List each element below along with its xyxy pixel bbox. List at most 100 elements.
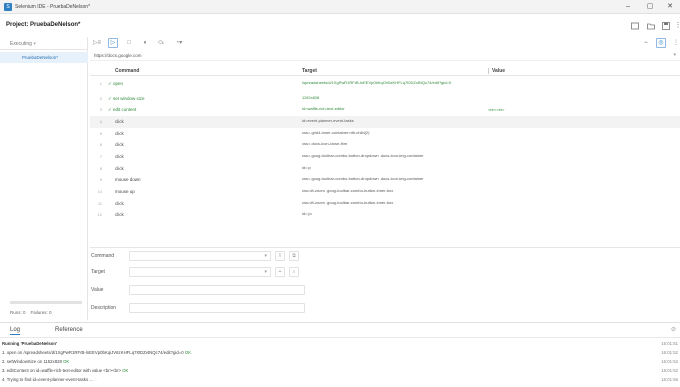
log-time: 16:01:52: [661, 359, 678, 364]
log-entry: 4. Trying to find id=event-planner-event…: [0, 375, 680, 384]
row-command: click: [115, 118, 124, 124]
column-header-target: Target: [302, 68, 317, 74]
log-entry: Running 'PruebaDeNelson' 16:01:51: [0, 339, 680, 348]
row-command: click: [115, 200, 124, 206]
chevron-down-icon[interactable]: ▾: [264, 269, 267, 275]
executing-dropdown[interactable]: Executing ▾: [10, 41, 36, 47]
row-target: id=waffle-rich-text-editor: [302, 106, 345, 112]
column-header-command: Command: [115, 68, 140, 74]
run-all-tests-icon[interactable]: ▷≡: [92, 38, 102, 48]
table-row[interactable]: 1 ✓ open /spreadsheets/d/1XgPwR1RFrB-lnE…: [90, 78, 680, 93]
log-message: 3. editContent on id=waffle-rich-text-ed…: [2, 368, 129, 373]
speed-icon[interactable]: ◔▾: [174, 38, 184, 48]
row-index: 3: [99, 107, 102, 113]
open-reference-icon[interactable]: ⧉: [289, 251, 299, 261]
select-target-icon[interactable]: ⌖: [275, 267, 285, 277]
sidebar-test-label: PruebaDeNelson*: [22, 55, 59, 60]
command-input[interactable]: ▾: [129, 251, 271, 261]
record-icon[interactable]: ◎: [656, 38, 666, 48]
log-status-ok: OK: [122, 368, 129, 373]
row-command: click: [115, 212, 124, 218]
row-index: 2: [99, 95, 102, 101]
executing-label: Executing: [10, 41, 32, 47]
row-command: ✓ set window size: [108, 95, 145, 101]
close-icon[interactable]: ✕: [662, 2, 678, 12]
table-row[interactable]: 8 click id=:p: [90, 163, 680, 175]
failures-count: Failures: 0: [30, 310, 52, 315]
row-command: ✓ edit content: [108, 107, 137, 113]
run-current-test-icon[interactable]: ▷: [108, 38, 118, 48]
clear-log-icon[interactable]: ⊘: [671, 326, 676, 333]
log-time: 16:01:52: [661, 350, 678, 355]
window-title: Selenium IDE - PruebaDeNelson*: [15, 4, 91, 10]
sidebar-test-item[interactable]: PruebaDeNelson*: [0, 52, 88, 63]
table-row-selected[interactable]: 4 click id=event-planner-event-tasks: [90, 115, 680, 128]
project-title[interactable]: Project: PruebaDeNelson*: [6, 22, 80, 28]
step-over-icon[interactable]: ⤼: [156, 38, 166, 48]
row-target: 1152x828: [302, 94, 320, 100]
row-index: 12: [97, 212, 102, 218]
column-header-value: Value: [492, 68, 506, 74]
tab-reference[interactable]: Reference: [55, 327, 83, 333]
log-entry: 3. editContent on id=waffle-rich-text-ed…: [0, 366, 680, 375]
description-input[interactable]: [129, 303, 305, 313]
row-command: click: [115, 153, 124, 159]
base-url-input[interactable]: https://docs.google.com: [94, 53, 142, 58]
table-row[interactable]: 9 mouse down css=.goog-toolbar-combo-but…: [90, 174, 680, 186]
divider: [0, 337, 680, 338]
row-command: mouse up: [115, 189, 135, 194]
run-stats: Runs: 0 Failures: 0: [10, 310, 52, 315]
maximize-icon[interactable]: ▢: [642, 2, 658, 12]
open-project-icon[interactable]: [646, 21, 656, 31]
log-message: 1. open on /spreadsheets/d/1XgPwR1RFrB-l…: [2, 350, 192, 355]
table-row[interactable]: 12 click id=:jo: [90, 209, 680, 221]
column-divider: [488, 68, 489, 74]
find-target-icon[interactable]: ⌕: [289, 267, 299, 277]
disable-breakpoints-icon[interactable]: ⌁: [641, 38, 651, 48]
toggle-command-icon[interactable]: //: [275, 251, 285, 261]
log-status-ok: OK: [184, 350, 192, 355]
window-titlebar: S Selenium IDE - PruebaDeNelson* – ▢ ✕: [0, 0, 680, 14]
project-bar: Project: PruebaDeNelson* ⋮: [0, 18, 680, 34]
sidebar-header[interactable]: Executing ▾: [0, 37, 88, 50]
row-index: 7: [99, 153, 102, 159]
run-progress-bar: [10, 301, 82, 304]
table-row[interactable]: 6 click css=.docs-icon-close-thm: [90, 139, 680, 151]
commands-table-body: 1 ✓ open /spreadsheets/d/1XgPwR1RFrB-lnE…: [90, 78, 680, 221]
table-row[interactable]: 3 ✓ edit content id=waffle-rich-text-edi…: [90, 104, 680, 116]
row-target: css=.grid4-inner-container:nth-child(2): [302, 129, 370, 135]
value-input[interactable]: [129, 285, 305, 295]
row-index: 4: [99, 118, 102, 124]
log-message: 2. setWindowSize on 1152x828 OK: [2, 359, 70, 364]
project-menu-icon[interactable]: ⋮: [671, 38, 680, 48]
row-index: 1: [99, 81, 102, 86]
chevron-down-icon[interactable]: ▾: [673, 52, 676, 58]
row-command: click: [115, 142, 124, 148]
table-row[interactable]: 10 mouse up css=#t-zoom .goog-toolbar-co…: [90, 186, 680, 198]
runs-count: Runs: 0: [10, 310, 26, 315]
tab-log[interactable]: Log: [10, 327, 21, 335]
log-time: 16:01:51: [661, 341, 678, 346]
row-target: css=#t-zoom .goog-toolbar-combo-button-i…: [302, 199, 394, 205]
row-index: 5: [99, 130, 102, 136]
log-message: 4. Trying to find id=event-planner-event…: [2, 377, 97, 382]
playback-toolbar: ▷≡ ▷ □ ⏸ ⤼ ◔▾ ⌁ ◎ ⋮: [90, 37, 680, 49]
save-project-icon[interactable]: [661, 21, 671, 31]
table-row[interactable]: 11 click css=#t-zoom .goog-toolbar-combo…: [90, 198, 680, 210]
row-value: <br><br>: [488, 107, 505, 113]
pause-icon[interactable]: ⏸: [140, 38, 150, 48]
target-input[interactable]: ▾: [129, 267, 271, 277]
table-row[interactable]: 7 click css=.goog-toolbar-combo-button-d…: [90, 151, 680, 163]
new-project-icon[interactable]: [630, 21, 640, 31]
table-row[interactable]: 2 ✓ set window size 1152x828: [90, 93, 680, 105]
log-panel: Log Reference ⊘ Running 'PruebaDeNelson'…: [0, 322, 680, 387]
row-target: css=.goog-toolbar-combo-button-dropdown …: [302, 176, 424, 182]
stop-icon[interactable]: □: [124, 38, 134, 48]
minimize-icon[interactable]: –: [620, 2, 636, 12]
chevron-down-icon[interactable]: ▾: [264, 253, 267, 259]
base-url-bar[interactable]: https://docs.google.com ▾: [90, 51, 680, 61]
row-index: 10: [97, 189, 102, 194]
target-label: Target: [91, 269, 105, 275]
more-options-icon[interactable]: ⋮: [673, 21, 680, 31]
table-row[interactable]: 5 click css=.grid4-inner-container:nth-c…: [90, 128, 680, 140]
